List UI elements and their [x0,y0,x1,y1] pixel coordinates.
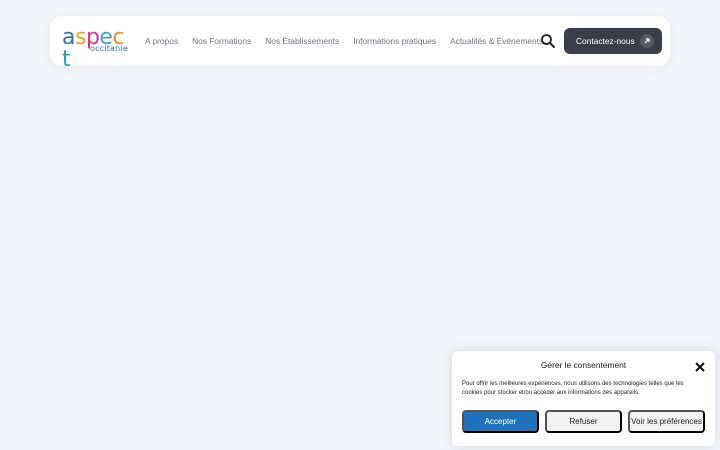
site-header: aspect occitanie A propos Nos Formations… [50,16,670,71]
logo-letter: a [62,25,75,50]
nav-item-actualites[interactable]: Actualités & Événements [450,36,543,46]
consent-description: Pour offrir les meilleures expériences, … [462,381,684,396]
logo-subtitle: occitanie [90,44,128,53]
page: aspect occitanie A propos Nos Formations… [0,0,720,450]
nav-item-formations[interactable]: Nos Formations [192,36,251,46]
nav-item-informations-pratiques[interactable]: Informations pratiques [353,36,436,46]
logo-letter: t [62,47,71,72]
cookie-consent-panel: Gérer le consentement Pour offrir les me… [452,351,715,446]
logo-letter: s [74,25,86,50]
arrow-up-right-icon [640,34,654,48]
site-logo[interactable]: aspect occitanie [62,25,128,71]
accept-button[interactable]: Accepter [462,410,539,433]
view-preferences-button[interactable]: Voir les préférences [628,410,705,433]
nav-item-etablissements[interactable]: Nos Établissements [265,36,339,46]
nav-item-a-propos[interactable]: A propos [145,36,178,46]
contact-button-label: Contactez-nous [576,36,635,46]
refuse-button[interactable]: Refuser [545,410,622,433]
consent-title: Gérer le consentement [540,360,627,370]
search-icon[interactable] [540,33,556,49]
close-icon[interactable] [695,359,705,372]
main-nav: A propos Nos Formations Nos Établissemen… [145,16,557,66]
contact-button[interactable]: Contactez-nous [564,28,662,54]
